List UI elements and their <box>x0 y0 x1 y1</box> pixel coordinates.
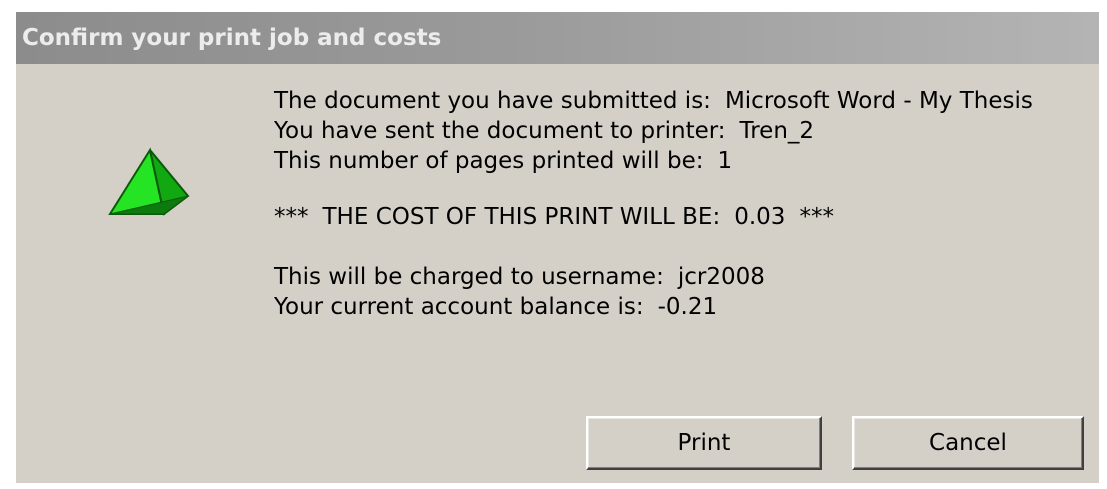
document-value: Microsoft Word - My Thesis <box>724 88 1033 114</box>
printer-line: You have sent the document to printer: Tr… <box>274 116 1034 146</box>
username-value: jcr2008 <box>677 264 765 290</box>
cost-label: THE COST OF THIS PRINT WILL BE: <box>322 204 721 230</box>
cost-prefix: *** <box>274 204 309 230</box>
print-button[interactable]: Print <box>586 416 822 470</box>
username-line: This will be charged to username: jcr2008 <box>274 262 1034 292</box>
print-confirm-dialog: Confirm your print job and costs The doc… <box>0 0 1107 489</box>
cancel-button[interactable]: Cancel <box>852 416 1084 470</box>
dialog-title: Confirm your print job and costs <box>16 12 1099 64</box>
cost-suffix: *** <box>799 204 834 230</box>
username-label: This will be charged to username: <box>274 264 664 290</box>
balance-label: Your current account balance is: <box>274 294 644 320</box>
document-line: The document you have submitted is: Micro… <box>274 86 1034 116</box>
balance-value: -0.21 <box>657 294 718 320</box>
balance-line: Your current account balance is: -0.21 <box>274 292 1034 322</box>
pages-line: This number of pages printed will be: 1 <box>274 146 1034 176</box>
pages-label: This number of pages printed will be: <box>274 148 704 174</box>
cost-value: 0.03 <box>734 204 786 230</box>
message-text: The document you have submitted is: Micro… <box>274 86 1034 322</box>
printer-value: Tren_2 <box>739 118 815 144</box>
printer-label: You have sent the document to printer: <box>274 118 726 144</box>
green-pyramid-icon <box>108 147 190 216</box>
dialog-body: The document you have submitted is: Micro… <box>16 64 1099 483</box>
pages-value: 1 <box>717 148 733 174</box>
cost-line: *** THE COST OF THIS PRINT WILL BE: 0.03 **… <box>274 202 1034 232</box>
document-label: The document you have submitted is: <box>274 88 711 114</box>
